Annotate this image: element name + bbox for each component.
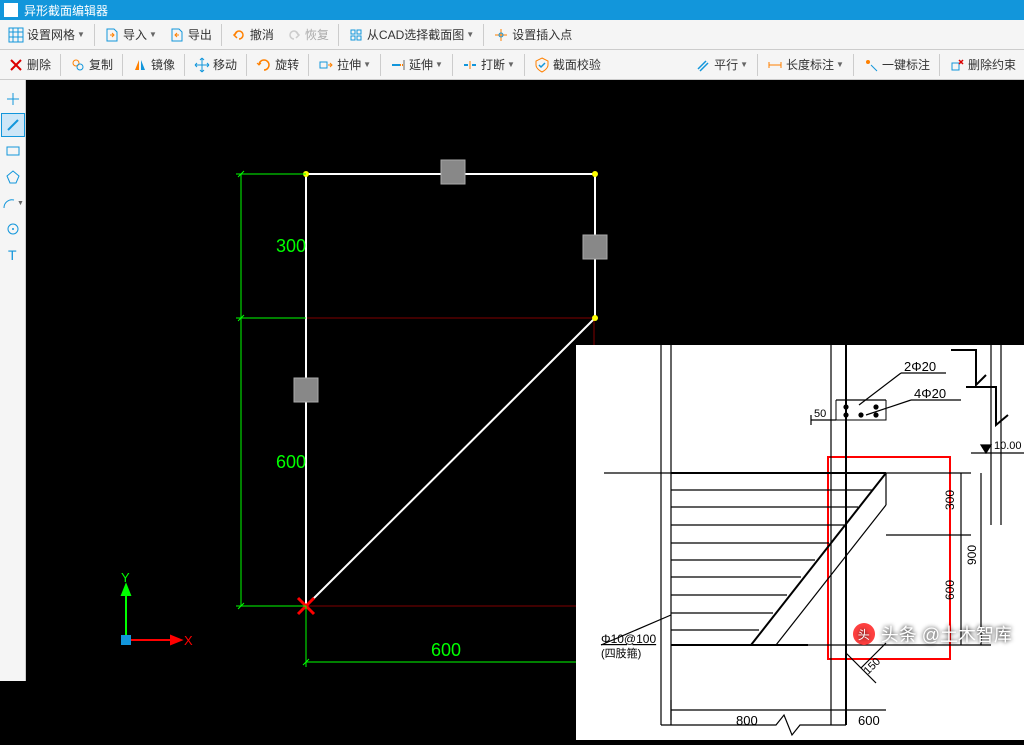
svg-text:600: 600 xyxy=(858,713,880,728)
parallel-icon xyxy=(695,57,711,73)
svg-text:Φ10@100: Φ10@100 xyxy=(601,632,656,646)
validate-icon xyxy=(534,57,550,73)
stretch-icon xyxy=(318,57,334,73)
svg-text:2Φ20: 2Φ20 xyxy=(904,359,936,374)
chevron-down-icon: ▼ xyxy=(435,60,443,69)
svg-text:T: T xyxy=(8,247,17,263)
arc-tool[interactable]: ▼ xyxy=(1,191,25,215)
move-icon xyxy=(194,57,210,73)
parallel-button[interactable]: 平行▼ xyxy=(689,51,754,79)
toolbar-edit: 删除 复制 镜像 移动 旋转 拉伸▼ 延伸▼ 打断▼ 截面校验 平行▼ xyxy=(0,50,1024,80)
stretch-button[interactable]: 拉伸▼ xyxy=(312,51,377,79)
svg-text:(四肢箍): (四肢箍) xyxy=(601,646,641,660)
move-button[interactable]: 移动 xyxy=(188,51,243,79)
svg-text:X: X xyxy=(184,633,193,648)
extend-icon xyxy=(390,57,406,73)
circle-tool[interactable] xyxy=(1,217,25,241)
svg-text:Y: Y xyxy=(121,570,130,585)
dim-top-height: 300 xyxy=(276,236,306,256)
copy-button[interactable]: 复制 xyxy=(64,51,119,79)
drawing-canvas[interactable]: 300 600 600 Y xyxy=(26,80,1024,681)
chevron-down-icon: ▼ xyxy=(507,60,515,69)
rotate-icon xyxy=(256,57,272,73)
app-icon xyxy=(4,3,18,17)
dim-width: 600 xyxy=(431,640,461,660)
chevron-down-icon: ▼ xyxy=(149,30,157,39)
break-button[interactable]: 打断▼ xyxy=(456,51,521,79)
watermark: 头 头条 @土木智库 xyxy=(853,621,1012,647)
chevron-down-icon: ▼ xyxy=(77,30,85,39)
cad-icon xyxy=(348,27,364,43)
svg-text:4Φ20: 4Φ20 xyxy=(914,386,946,401)
toutiao-logo-icon: 头 xyxy=(853,623,875,645)
chevron-down-icon: ▼ xyxy=(363,60,371,69)
rotate-button[interactable]: 旋转 xyxy=(250,51,305,79)
break-icon xyxy=(462,57,478,73)
export-icon xyxy=(169,27,185,43)
insert-point-button[interactable]: 设置插入点 xyxy=(487,21,578,49)
svg-text:800: 800 xyxy=(736,713,758,728)
from-cad-button[interactable]: 从CAD选择截面图▼ xyxy=(342,21,480,49)
auto-dim-icon xyxy=(863,57,879,73)
export-button[interactable]: 导出 xyxy=(163,21,218,49)
extend-button[interactable]: 延伸▼ xyxy=(384,51,449,79)
svg-text:900: 900 xyxy=(965,545,979,565)
delete-icon xyxy=(8,57,24,73)
line-tool[interactable] xyxy=(1,113,25,137)
draw-tools-panel: ▼ T xyxy=(0,80,26,681)
svg-text:10.00: 10.00 xyxy=(994,440,1022,452)
delete-constraint-icon xyxy=(949,57,965,73)
chevron-down-icon: ▼ xyxy=(836,60,844,69)
polygon-tool[interactable] xyxy=(1,165,25,189)
ruler-icon xyxy=(767,57,783,73)
grid-settings-button[interactable]: 设置网格▼ xyxy=(2,21,91,49)
import-button[interactable]: 导入▼ xyxy=(98,21,163,49)
svg-text:600: 600 xyxy=(943,580,957,600)
ucs-icon: Y X xyxy=(121,570,193,648)
chevron-down-icon: ▼ xyxy=(740,60,748,69)
text-tool[interactable]: T xyxy=(1,243,25,267)
insert-point-icon xyxy=(493,27,509,43)
delete-constraint-button[interactable]: 删除约束 xyxy=(943,51,1022,79)
redo-icon xyxy=(286,27,302,43)
delete-button[interactable]: 删除 xyxy=(2,51,57,79)
auto-dim-button[interactable]: 一键标注 xyxy=(857,51,936,79)
chevron-down-icon: ▼ xyxy=(466,30,474,39)
copy-icon xyxy=(70,57,86,73)
window-title: 异形截面编辑器 xyxy=(24,2,108,19)
grid-icon xyxy=(8,27,24,43)
validate-button[interactable]: 截面校验 xyxy=(528,51,607,79)
mirror-button[interactable]: 镜像 xyxy=(126,51,181,79)
svg-text:50: 50 xyxy=(814,408,826,420)
undo-icon xyxy=(231,27,247,43)
svg-text:300: 300 xyxy=(943,490,957,510)
dim-bot-height: 600 xyxy=(276,452,306,472)
redo-button[interactable]: 恢复 xyxy=(280,21,335,49)
import-icon xyxy=(104,27,120,43)
point-tool[interactable] xyxy=(1,87,25,111)
toolbar-main: 设置网格▼ 导入▼ 导出 撤消 恢复 从CAD选择截面图▼ 设置插入点 xyxy=(0,20,1024,50)
mirror-icon xyxy=(132,57,148,73)
length-dim-button[interactable]: 长度标注▼ xyxy=(761,51,850,79)
rect-tool[interactable] xyxy=(1,139,25,163)
undo-button[interactable]: 撤消 xyxy=(225,21,280,49)
